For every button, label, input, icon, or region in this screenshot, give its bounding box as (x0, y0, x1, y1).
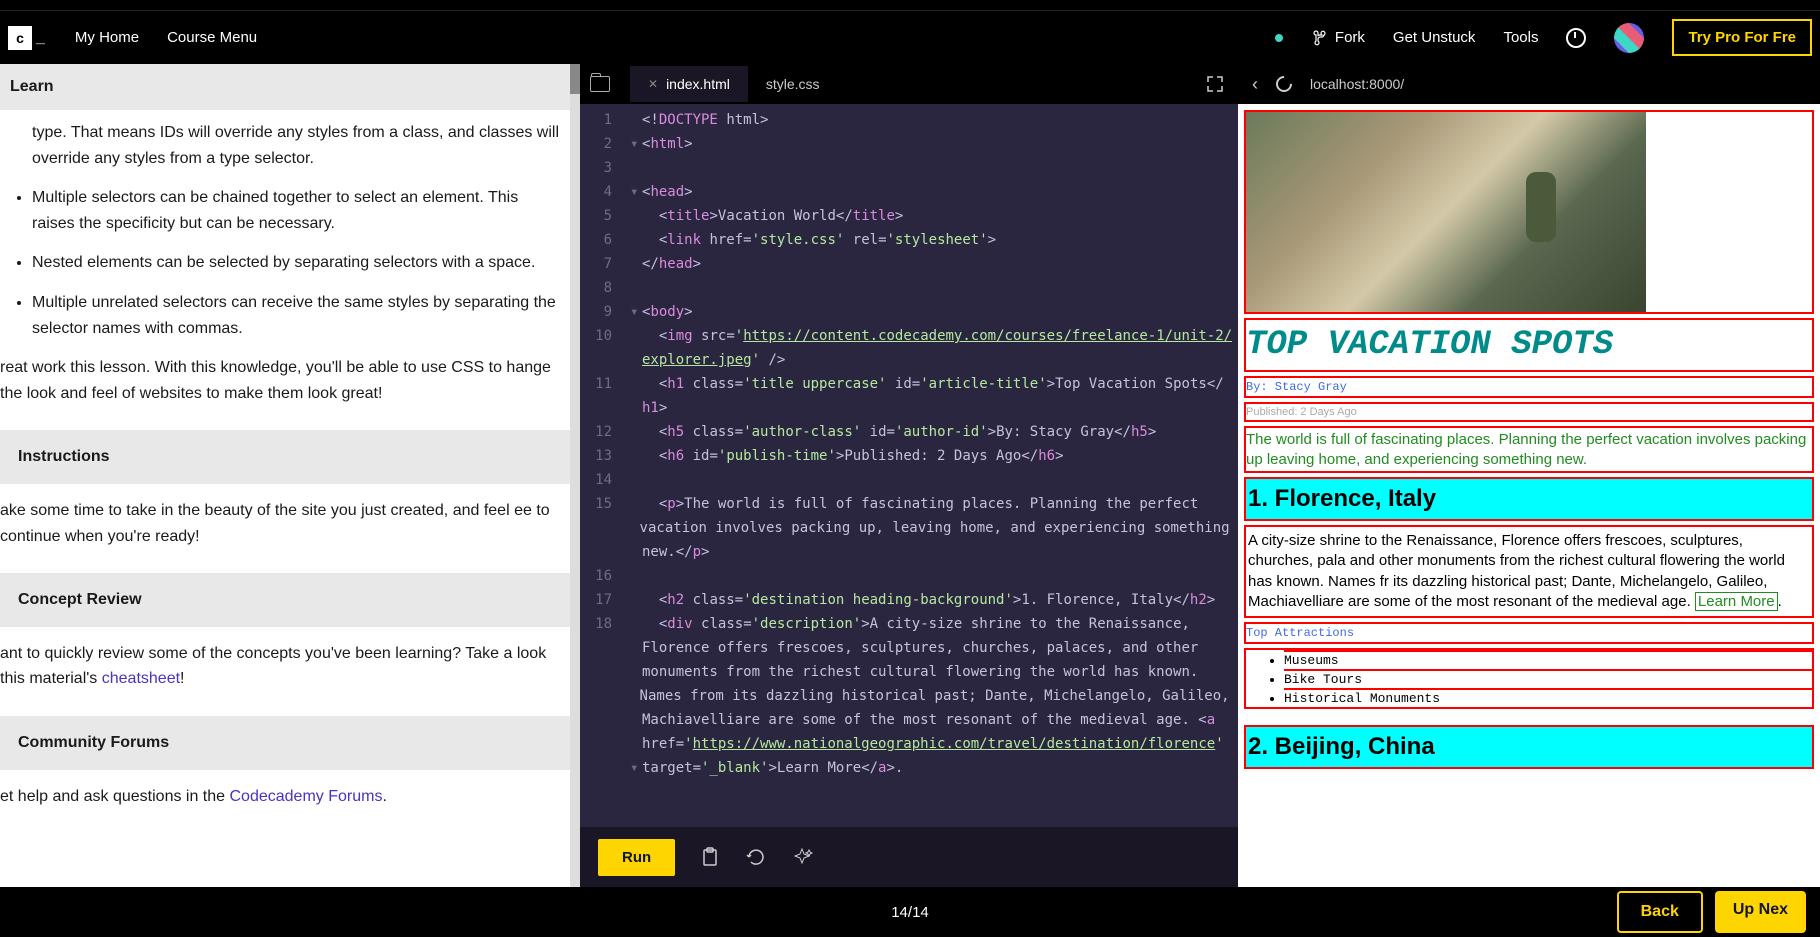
preview-h2-beijing: 2. Beijing, China (1246, 727, 1812, 767)
nav-course-menu[interactable]: Course Menu (167, 29, 257, 46)
preview-attraction-item: Bike Tours (1284, 669, 1812, 690)
instructions-title: Instructions (0, 430, 580, 484)
preview-desc-florence: A city-size shrine to the Renaissance, F… (1246, 527, 1812, 616)
code-editor[interactable]: 1<!DOCTYPE html>2▾<html>34▾<head>5 <titl… (580, 104, 1238, 827)
fork-icon (1313, 30, 1329, 46)
community-forums-title: Community Forums (0, 716, 580, 770)
learn-bullet: Nested elements can be selected by separ… (32, 250, 562, 276)
preview-author: By: Stacy Gray (1246, 378, 1812, 396)
status-indicator (1275, 34, 1283, 42)
back-button[interactable]: Back (1617, 891, 1703, 933)
sparkle-icon[interactable] (791, 846, 813, 868)
tab-label: index.html (666, 76, 730, 92)
preview-h2-florence: 1. Florence, Italy (1246, 479, 1812, 519)
nav-home[interactable]: My Home (75, 29, 139, 46)
preview-intro-para: The world is full of fascinating places.… (1246, 428, 1812, 471)
editor-tabs: ✕ index.html style.css (580, 64, 1238, 104)
preview-attraction-item: Historical Monuments (1284, 688, 1812, 709)
learn-bullet: Multiple selectors can be chained togeth… (32, 185, 562, 236)
footer-bar: 14/14 Back Up Nex (0, 887, 1820, 937)
try-pro-button[interactable]: Try Pro For Fre (1672, 19, 1812, 56)
concept-review-title: Concept Review (0, 573, 580, 627)
learn-panel: Learn type. That means IDs will override… (0, 64, 580, 887)
folder-icon[interactable] (590, 76, 610, 92)
avatar[interactable] (1614, 23, 1644, 53)
tab-label: style.css (766, 76, 820, 92)
learn-partial-text: type. That means IDs will override any s… (32, 120, 562, 171)
instructions-body: ake some time to take in the beauty of t… (0, 498, 562, 549)
clipboard-icon[interactable] (699, 846, 721, 868)
nav-tools[interactable]: Tools (1503, 29, 1538, 46)
close-icon[interactable]: ✕ (648, 77, 658, 91)
preview-address: localhost:8000/ (1310, 76, 1404, 92)
up-next-button[interactable]: Up Nex (1715, 891, 1806, 933)
concept-body: ant to quickly review some of the concep… (0, 641, 562, 692)
cheatsheet-link[interactable]: cheatsheet (102, 670, 180, 687)
progress-indicator: 14/14 (891, 904, 929, 921)
preview-panel: ‹ localhost:8000/ TOP VACATION SPOTS By:… (1238, 64, 1820, 887)
preview-attraction-item: Museums (1284, 650, 1812, 671)
preview-address-bar: ‹ localhost:8000/ (1238, 64, 1820, 104)
run-button[interactable]: Run (598, 839, 675, 876)
preview-publish: Published: 2 Days Ago (1246, 404, 1812, 420)
tab-index-html[interactable]: ✕ index.html (630, 66, 748, 102)
reset-icon[interactable] (745, 846, 767, 868)
learn-bullet-list: Multiple selectors can be chained togeth… (18, 185, 562, 341)
expand-icon[interactable] (1206, 75, 1224, 93)
learn-scrollbar[interactable] (570, 64, 580, 887)
preview-learn-more-link[interactable]: Learn More (1695, 592, 1778, 611)
learn-header: Learn (0, 64, 580, 110)
editor-panel: ✕ index.html style.css 1<!DOCTYPE html>2… (580, 64, 1238, 887)
fork-button[interactable]: Fork (1313, 29, 1365, 46)
preview-content[interactable]: TOP VACATION SPOTS By: Stacy Gray Publis… (1238, 104, 1820, 887)
logo-underscore: _ (36, 29, 45, 47)
alarm-icon[interactable] (1566, 28, 1586, 48)
preview-top-attractions-label: Top Attractions (1246, 624, 1812, 642)
preview-attractions-list: Museums Bike Tours Historical Monuments (1246, 650, 1812, 709)
tab-style-css[interactable]: style.css (748, 66, 838, 102)
preview-h1: TOP VACATION SPOTS (1246, 320, 1812, 370)
top-navigation: c _ My Home Course Menu Fork Get Unstuck… (0, 10, 1820, 64)
forums-link[interactable]: Codecademy Forums (230, 788, 383, 805)
editor-toolbar: Run (580, 827, 1238, 887)
main-area: Learn type. That means IDs will override… (0, 64, 1820, 887)
nav-get-unstuck[interactable]: Get Unstuck (1393, 29, 1476, 46)
preview-back-icon[interactable]: ‹ (1252, 74, 1258, 95)
learn-closing: reat work this lesson. With this knowled… (0, 355, 562, 406)
learn-bullet: Multiple unrelated selectors can receive… (32, 290, 562, 341)
preview-reload-icon[interactable] (1273, 73, 1296, 96)
preview-hero-image (1246, 112, 1646, 312)
logo[interactable]: c (8, 26, 32, 50)
learn-body: type. That means IDs will override any s… (0, 120, 580, 809)
fork-label: Fork (1335, 29, 1365, 46)
forums-body: et help and ask questions in the Codecad… (0, 784, 562, 810)
